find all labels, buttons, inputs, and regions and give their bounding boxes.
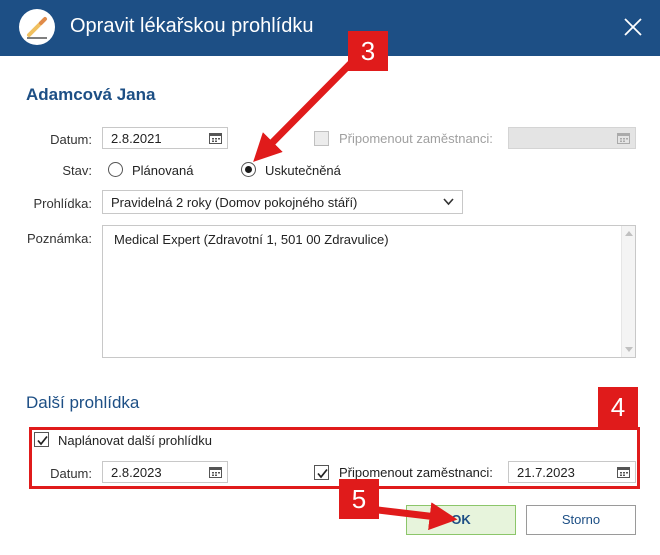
step-4-badge: 4 [598,387,638,427]
next-exam-title: Další prohlídka [26,393,140,412]
remind-checkbox[interactable] [314,131,329,146]
close-icon[interactable] [620,14,646,40]
calendar-icon[interactable] [617,132,630,144]
remind-date-field[interactable] [508,127,636,149]
status-option-done: Uskutečněná [265,163,341,178]
step-3-badge: 3 [348,31,388,71]
annotation-highlight-box [29,427,640,489]
pencil-icon [19,9,55,45]
status-radio-planned[interactable] [108,162,123,177]
remind-label: Připomenout zaměstnanci: [339,131,493,146]
status-radio-done[interactable] [241,162,256,177]
note-textarea[interactable]: Medical Expert (Zdravotní 1, 501 00 Zdra… [102,225,636,358]
ok-button[interactable]: OK [406,505,516,535]
date-value: 2.8.2021 [111,131,162,146]
exam-select[interactable]: Pravidelná 2 roky (Domov pokojného stáří… [102,190,463,214]
chevron-down-icon [443,198,454,206]
status-label: Stav: [62,163,92,178]
scroll-down-icon[interactable] [625,347,633,352]
cancel-button[interactable]: Storno [526,505,636,535]
note-label: Poznámka: [26,231,92,246]
window-title: Opravit lékařskou prohlídku [70,15,314,37]
step-5-badge: 5 [339,479,379,519]
scroll-up-icon[interactable] [625,231,633,236]
employee-name: Adamcová Jana [26,85,156,104]
note-value: Medical Expert (Zdravotní 1, 501 00 Zdra… [114,232,389,247]
exam-value: Pravidelná 2 roky (Domov pokojného stáří… [111,195,358,210]
date-label: Datum: [50,132,92,147]
date-field[interactable]: 2.8.2021 [102,127,228,149]
note-scrollbar[interactable] [621,226,635,357]
dialog-body: Adamcová Jana Datum: 2.8.2021 Připomenou… [0,56,660,555]
calendar-icon[interactable] [209,132,222,144]
title-bar: Opravit lékařskou prohlídku [0,0,660,56]
exam-label: Prohlídka: [33,196,92,211]
status-option-planned: Plánovaná [132,163,194,178]
